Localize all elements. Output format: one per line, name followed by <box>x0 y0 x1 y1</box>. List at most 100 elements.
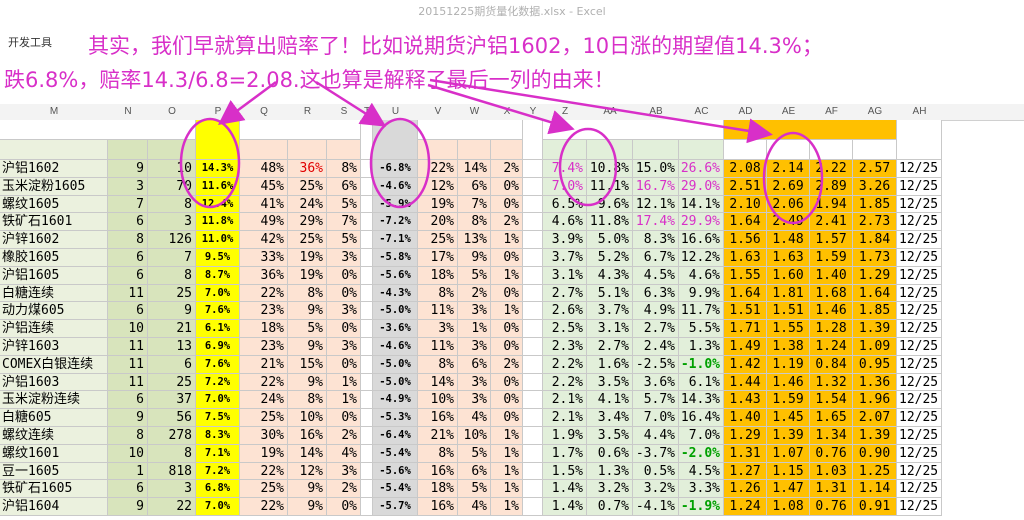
cell-mid[interactable]: 2.3% <box>543 338 587 356</box>
cell-mid[interactable]: 4.6% <box>679 267 724 285</box>
column-header-v[interactable]: V <box>418 104 458 120</box>
cell-ratio[interactable]: 1.15 <box>767 463 810 480</box>
cell-mid[interactable]: 5.2% <box>587 249 633 267</box>
cell-down-prob[interactable]: 1% <box>491 267 523 285</box>
column-header-y[interactable]: Y <box>523 104 543 120</box>
cell-samples[interactable]: 3 <box>148 213 196 231</box>
cell-mid[interactable]: 6.3% <box>633 285 679 302</box>
cell-down-prob[interactable]: 0% <box>491 374 523 391</box>
cell-date[interactable]: 12/25 <box>897 391 942 409</box>
cell-up-mean[interactable]: 7.6% <box>196 302 240 320</box>
cell-down-prob[interactable]: 8% <box>418 285 458 302</box>
header-ratio-day[interactable] <box>810 140 853 160</box>
column-header-ac[interactable]: AC <box>679 104 724 120</box>
cell-samples[interactable]: 8 <box>148 196 196 213</box>
cell-ratio[interactable]: 1.71 <box>724 320 767 338</box>
cell-mid[interactable]: 15.0% <box>633 160 679 178</box>
cell-ratio[interactable]: 1.85 <box>853 196 897 213</box>
cell-samples[interactable]: 70 <box>148 178 196 196</box>
cell-ratio[interactable]: 1.09 <box>853 338 897 356</box>
cell-date[interactable]: 12/25 <box>897 213 942 231</box>
header-mid-day[interactable] <box>543 140 587 160</box>
cell-down-prob[interactable]: 1% <box>491 302 523 320</box>
cell-down-prob[interactable]: 19% <box>418 196 458 213</box>
cell-down-prob[interactable]: 1% <box>491 480 523 498</box>
cell-date[interactable]: 12/25 <box>897 445 942 463</box>
cell-risk[interactable]: 11 <box>108 356 148 374</box>
cell-ratio[interactable]: 1.07 <box>767 445 810 463</box>
cell-ratio[interactable]: 2.73 <box>853 213 897 231</box>
cell-down-prob[interactable]: 6% <box>458 178 491 196</box>
cell-mid[interactable]: 1.7% <box>543 445 587 463</box>
cell-ratio[interactable]: 1.38 <box>767 338 810 356</box>
cell-mid[interactable]: 29.0% <box>679 178 724 196</box>
cell-mid[interactable]: 16.7% <box>633 178 679 196</box>
cell-ratio[interactable]: 2.07 <box>853 409 897 427</box>
cell-empty[interactable] <box>523 285 543 302</box>
cell-name[interactable]: 豆一1605 <box>0 463 108 480</box>
cell-ratio[interactable]: 1.51 <box>767 302 810 320</box>
cell-up-prob[interactable]: 22% <box>240 463 288 480</box>
cell-mid[interactable]: 5.5% <box>679 320 724 338</box>
cell-up-prob[interactable]: 5% <box>327 196 361 213</box>
ribbon-tab-developer[interactable]: 开发工具 <box>8 34 52 50</box>
cell-risk[interactable]: 6 <box>108 249 148 267</box>
cell-ratio[interactable]: 2.51 <box>724 178 767 196</box>
cell-up-mean[interactable]: 12.4% <box>196 196 240 213</box>
cell-mid[interactable]: 2.7% <box>543 285 587 302</box>
cell-empty[interactable] <box>361 267 373 285</box>
cell-down-prob[interactable]: 1% <box>491 498 523 516</box>
cell-empty[interactable] <box>361 409 373 427</box>
cell-up-prob[interactable]: 30% <box>240 427 288 445</box>
cell-down-prob[interactable]: 4% <box>458 498 491 516</box>
cell-down-mean[interactable]: -4.6% <box>373 338 418 356</box>
cell-up-prob[interactable]: 36% <box>288 160 327 178</box>
cell-down-prob[interactable]: 16% <box>418 409 458 427</box>
cell-mid[interactable]: 29.9% <box>679 213 724 231</box>
cell-down-prob[interactable]: 2% <box>491 213 523 231</box>
cell-mid[interactable]: 1.4% <box>543 480 587 498</box>
cell-risk[interactable]: 11 <box>108 285 148 302</box>
cell-mid[interactable]: 6.7% <box>633 249 679 267</box>
cell-mid[interactable]: 11.8% <box>587 213 633 231</box>
cell-date[interactable]: 12/25 <box>897 178 942 196</box>
cell-ratio[interactable]: 1.85 <box>853 302 897 320</box>
cell-empty[interactable] <box>523 463 543 480</box>
cell-samples[interactable]: 25 <box>148 285 196 302</box>
cell-up-prob[interactable]: 12% <box>288 463 327 480</box>
cell-down-prob[interactable]: 0% <box>491 196 523 213</box>
cell-down-prob[interactable]: 25% <box>418 231 458 249</box>
cell-up-prob[interactable]: 8% <box>327 160 361 178</box>
cell-mid[interactable]: -3.7% <box>633 445 679 463</box>
cell-mid[interactable]: 3.2% <box>587 480 633 498</box>
cell-empty[interactable] <box>523 356 543 374</box>
header-mid-day[interactable] <box>587 140 633 160</box>
cell-mid[interactable]: 1.3% <box>679 338 724 356</box>
cell-up-prob[interactable]: 19% <box>288 267 327 285</box>
cell-name[interactable]: 铁矿石1605 <box>0 480 108 498</box>
cell-up-prob[interactable]: 0% <box>327 320 361 338</box>
cell-ratio[interactable]: 1.36 <box>853 374 897 391</box>
cell-samples[interactable]: 9 <box>148 302 196 320</box>
cell-ratio[interactable]: 1.40 <box>810 267 853 285</box>
cell-mid[interactable]: 12.2% <box>679 249 724 267</box>
cell-up-prob[interactable]: 0% <box>327 356 361 374</box>
cell-up-mean[interactable]: 7.2% <box>196 463 240 480</box>
cell-mid[interactable]: 2.6% <box>543 302 587 320</box>
cell-samples[interactable]: 13 <box>148 338 196 356</box>
cell-empty[interactable] <box>523 427 543 445</box>
cell-up-prob[interactable]: 45% <box>240 178 288 196</box>
cell-ratio[interactable]: 1.84 <box>853 231 897 249</box>
cell-down-prob[interactable]: 0% <box>491 338 523 356</box>
cell-mid[interactable]: 4.3% <box>587 267 633 285</box>
cell-ratio[interactable]: 1.96 <box>853 391 897 409</box>
cell-down-prob[interactable]: 3% <box>418 320 458 338</box>
cell-mid[interactable]: 8.3% <box>633 231 679 249</box>
cell-mid[interactable]: 6.5% <box>543 196 587 213</box>
cell-up-prob[interactable]: 3% <box>327 463 361 480</box>
cell-down-prob[interactable]: 3% <box>458 338 491 356</box>
cell-risk[interactable]: 9 <box>108 498 148 516</box>
cell-ratio[interactable]: 1.63 <box>767 249 810 267</box>
cell-name[interactable]: 铁矿石1601 <box>0 213 108 231</box>
cell-up-prob[interactable]: 3% <box>327 249 361 267</box>
